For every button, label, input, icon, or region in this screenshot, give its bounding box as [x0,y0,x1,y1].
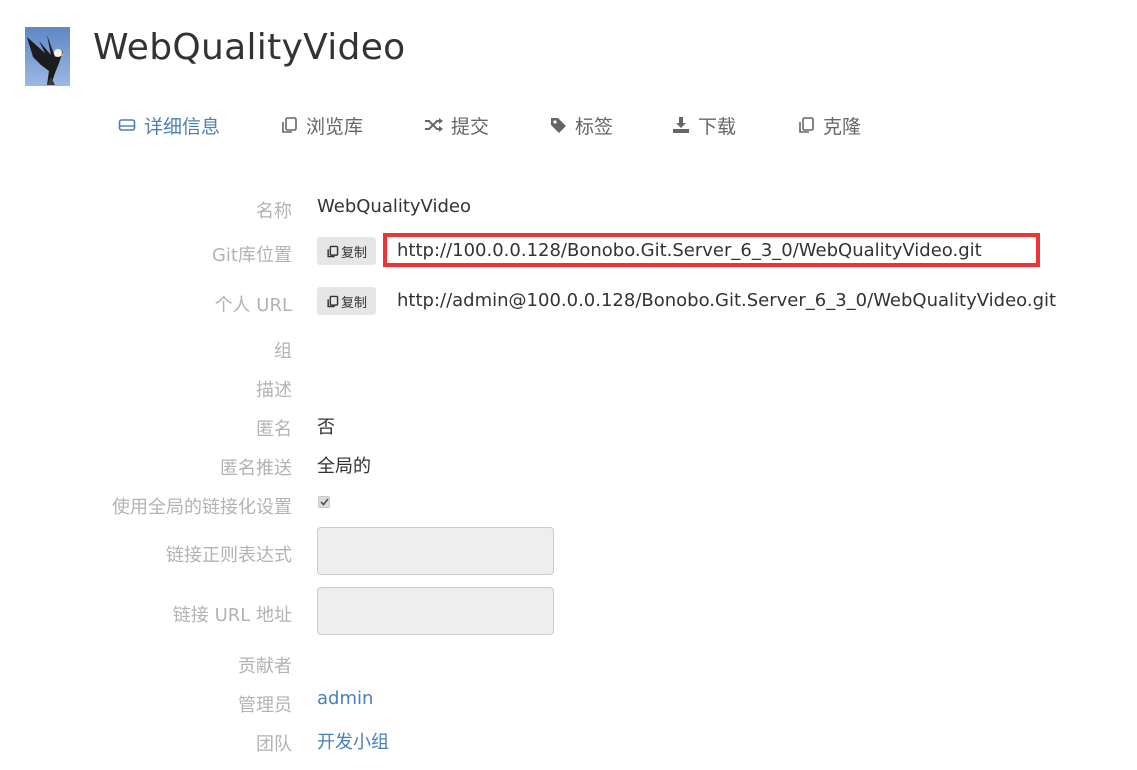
linkify-url-input[interactable] [317,587,554,635]
linkify-regex-label: 链接正则表达式 [166,545,292,566]
tab-details[interactable]: 详细信息 [116,110,220,140]
copy-button-label: 复制 [340,245,367,261]
anonymous-label: 匿名 [256,419,292,440]
name-value: WebQualityVideo [317,196,471,217]
tab-browse-label: 浏览库 [306,115,364,138]
tag-icon [547,116,569,134]
tab-commits-label: 提交 [451,115,490,138]
teams-label: 团队 [256,734,292,755]
tab-clone[interactable]: 克隆 [795,110,861,140]
copy-button-label: 复制 [340,295,367,311]
checkmark-icon [319,498,329,506]
copy-icon [327,295,339,307]
description-label: 描述 [256,380,292,401]
tab-commits[interactable]: 提交 [423,110,489,140]
repository-title: WebQualityVideo [93,27,406,68]
shuffle-icon [423,117,445,133]
use-global-linkify-label: 使用全局的链接化设置 [112,497,292,518]
use-global-linkify-checkbox[interactable] [318,496,330,508]
copy-icon [327,245,339,257]
drive-icon [116,117,138,133]
copy-git-url-button[interactable]: 复制 [317,237,376,265]
group-label: 组 [274,341,292,362]
repository-nav: 详细信息 浏览库 提交 标签 下载 克隆 [0,110,1137,140]
linkify-regex-input[interactable] [317,527,554,575]
git-location-label: Git库位置 [211,245,292,266]
tab-tags-label: 标签 [575,115,614,138]
contributors-label: 贡献者 [238,656,292,677]
team-link[interactable]: 开发小组 [317,728,389,754]
admin-link[interactable]: admin [317,688,373,709]
anonymous-push-value: 全局的 [317,456,371,477]
personal-url[interactable]: http://admin@100.0.0.128/Bonobo.Git.Serv… [397,290,1056,311]
tab-download-label: 下载 [698,115,737,138]
tab-download[interactable]: 下载 [670,110,736,140]
anonymous-push-label: 匿名推送 [220,458,292,479]
admins-label: 管理员 [238,695,292,716]
linkify-url-label: 链接 URL 地址 [172,605,292,626]
tab-details-label: 详细信息 [144,115,221,138]
name-label: 名称 [256,201,292,222]
tab-tags[interactable]: 标签 [547,110,613,140]
copy-icon [795,116,817,134]
tab-clone-label: 克隆 [823,115,862,138]
tab-browse[interactable]: 浏览库 [278,110,363,140]
copy-personal-url-button[interactable]: 复制 [317,287,376,315]
repository-detail-page: WebQualityVideo 详细信息 浏览库 提交 标签 下载 克隆 名称 … [0,0,1137,770]
copy-icon [278,116,300,134]
personal-url-label: 个人 URL [214,295,292,316]
eagle-logo-icon [25,27,70,86]
anonymous-value: 否 [317,417,335,438]
highlight-box [383,233,1040,267]
download-icon [670,116,692,134]
